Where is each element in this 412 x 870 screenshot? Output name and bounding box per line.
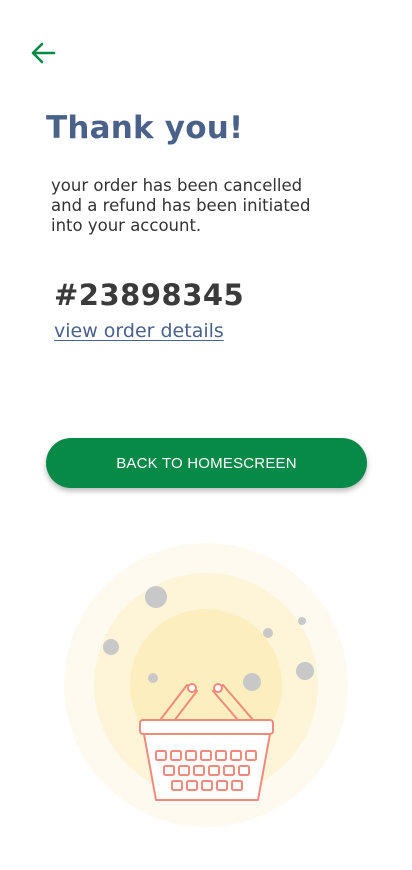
cancelled-order-illustration [64, 543, 348, 827]
order-number: #23898345 [54, 278, 245, 312]
back-to-homescreen-button[interactable]: BACK TO HOMESCREEN [46, 438, 367, 488]
arrow-left-icon [31, 42, 56, 64]
back-button[interactable] [28, 38, 58, 68]
cancellation-message: your order has been cancelled and a refu… [51, 176, 311, 235]
page-title: Thank you! [46, 110, 244, 146]
view-order-details-link[interactable]: view order details [54, 320, 224, 342]
